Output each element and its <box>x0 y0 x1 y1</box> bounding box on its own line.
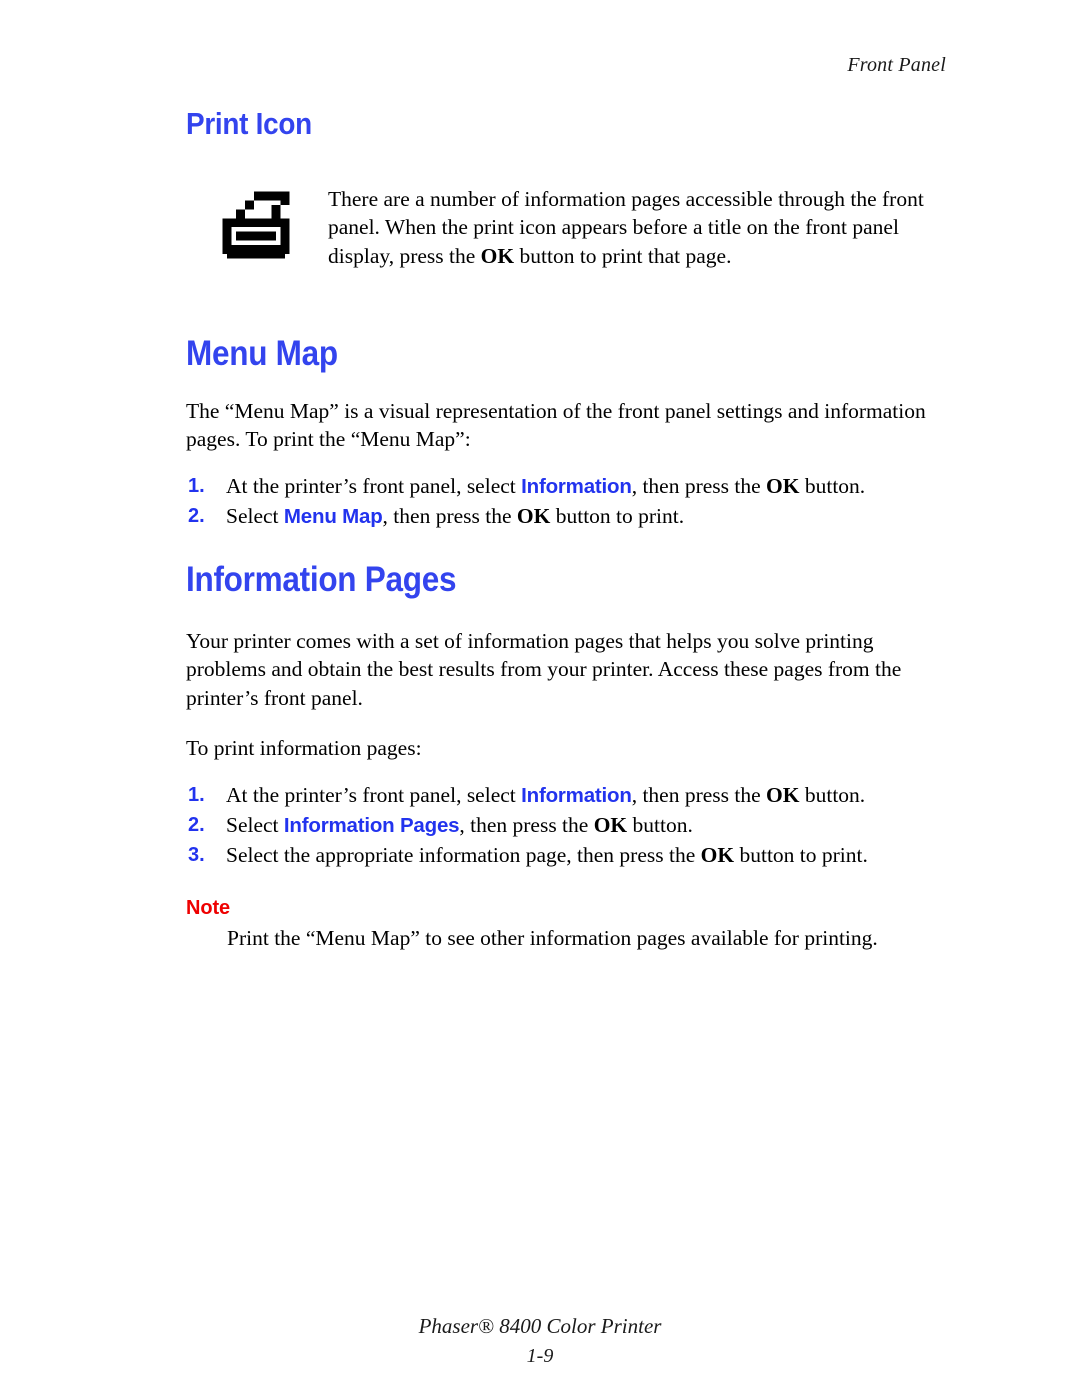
print-icon-paragraph: There are a number of information pages … <box>328 185 946 271</box>
information-pages-paragraph-1: Your printer comes with a set of informa… <box>186 628 902 710</box>
ui-term: Menu Map <box>283 504 383 528</box>
ok-bold: OK <box>766 782 800 807</box>
step-text-mid: , then press the <box>631 782 767 807</box>
print-icon-block: There are a number of information pages … <box>186 185 946 271</box>
heading-menu-map: Menu Map <box>186 334 338 374</box>
step-text-pre: At the printer’s front panel, select <box>226 782 522 807</box>
footer-page-number: 1-9 <box>526 1345 554 1367</box>
printer-icon-glyph <box>222 191 290 259</box>
list-item: 3. Select the appropriate information pag… <box>186 841 946 870</box>
ui-term: Information Pages <box>283 813 460 837</box>
ui-term: Information <box>521 783 632 807</box>
ok-bold: OK <box>593 812 628 837</box>
step-text-pre: At the printer’s front panel, select <box>226 473 522 498</box>
heading-information-pages: Information Pages <box>186 559 457 599</box>
step-text-pre: Select <box>226 812 284 837</box>
menu-map-paragraph: The “Menu Map” is a visual representatio… <box>186 398 926 452</box>
step-text-post: button to print. <box>734 842 868 867</box>
information-pages-paragraph-2: To print information pages: <box>186 736 422 761</box>
list-item: 1. At the printer’s front panel, select I… <box>186 781 946 810</box>
page-footer: Phaser® 8400 Color Printer 1-9 <box>0 1311 1080 1371</box>
note-text: Print the “Menu Map” to see other inform… <box>227 925 878 950</box>
page-content: Print Icon There are a number of informa… <box>186 106 946 953</box>
running-header: Front Panel <box>847 54 946 76</box>
step-number: 1. <box>188 783 205 806</box>
step-text-pre: Select <box>226 503 284 528</box>
list-item: 2. Select Information Pages, then press t… <box>186 811 946 840</box>
step-text-post: button to print. <box>550 503 685 528</box>
ui-term: Information <box>521 474 632 498</box>
step-number: 2. <box>188 504 205 527</box>
ok-bold: OK <box>516 503 551 528</box>
step-number: 1. <box>188 474 205 497</box>
step-number: 3. <box>188 843 205 866</box>
list-item: 1. At the printer’s front panel, select I… <box>186 472 946 501</box>
step-text-post: button. <box>799 782 866 807</box>
note-label: Note <box>186 896 231 919</box>
list-item: 2. Select Menu Map, then press the OK but… <box>186 502 946 531</box>
step-text-post: button. <box>627 812 693 837</box>
information-pages-steps: 1. At the printer’s front panel, select I… <box>186 781 946 870</box>
ok-bold: OK <box>700 842 735 867</box>
note-block: Note Print the “Menu Map” to see other i… <box>186 897 946 953</box>
step-text-pre: Select the appropriate information page,… <box>226 842 701 867</box>
step-number: 2. <box>188 813 205 836</box>
heading-print-icon: Print Icon <box>186 106 312 141</box>
menu-map-steps: 1. At the printer’s front panel, select I… <box>186 472 946 531</box>
footer-product: Phaser® 8400 Color Printer <box>418 1314 662 1338</box>
ok-bold: OK <box>480 243 515 268</box>
step-text-mid: , then press the <box>459 812 594 837</box>
ok-bold: OK <box>766 473 800 498</box>
step-text-post: button. <box>799 473 866 498</box>
step-text-mid: , then press the <box>631 473 767 498</box>
print-icon-text-post: button to print that page. <box>514 243 732 268</box>
printer-icon <box>218 187 294 268</box>
step-text-mid: , then press the <box>382 503 517 528</box>
document-page: Front Panel Print Icon There are a numbe… <box>0 0 1080 1397</box>
